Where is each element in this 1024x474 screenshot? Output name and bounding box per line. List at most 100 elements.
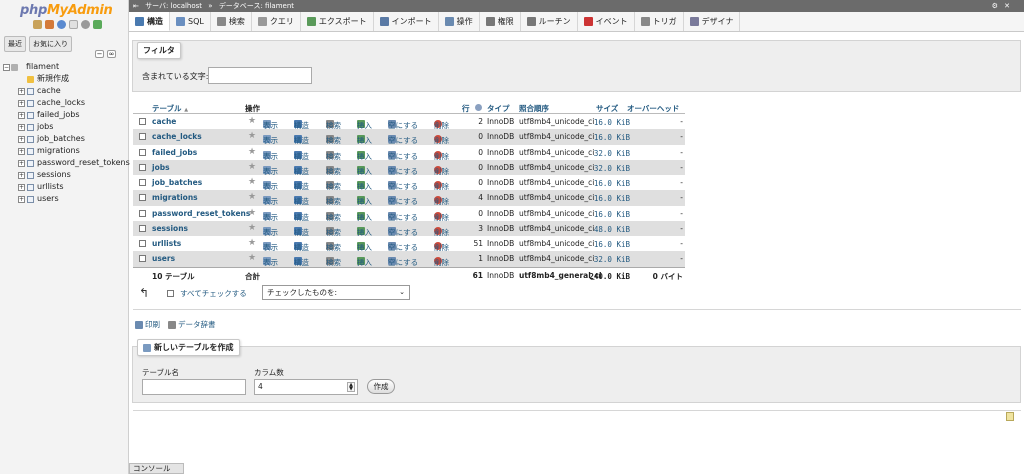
header-collation[interactable]: 照合順序 (519, 103, 549, 114)
expand-icon[interactable]: + (18, 112, 25, 119)
tab-sql[interactable]: SQL (170, 12, 211, 31)
tree-database[interactable]: − filament (0, 61, 129, 73)
data-dictionary-link[interactable]: データ辞書 (168, 319, 216, 330)
header-table[interactable]: テーブル ▲ (152, 103, 188, 114)
close-icon[interactable]: ✕ (1004, 2, 1010, 10)
breadcrumb-server[interactable]: サーバ: localhost (145, 2, 202, 10)
row-checkbox[interactable] (139, 133, 146, 141)
row-checkbox[interactable] (139, 118, 146, 125)
favorite-star-icon[interactable]: ★ (248, 131, 256, 141)
header-type[interactable]: タイプ (487, 103, 510, 114)
tab-routines[interactable]: ルーチン (521, 12, 578, 31)
row-checkbox[interactable] (139, 179, 146, 186)
table-name-link[interactable]: job_batches (152, 178, 202, 187)
bulk-action-select[interactable]: チェックしたものを: ⌄ (262, 285, 410, 300)
favorite-star-icon[interactable]: ★ (248, 147, 256, 157)
tab-structure[interactable]: 構造 (129, 12, 170, 31)
home-icon[interactable] (33, 20, 42, 29)
row-size[interactable]: 16.0 KiB (588, 179, 630, 188)
table-name-link[interactable]: migrations (152, 193, 198, 202)
phpmyadmin-logo[interactable]: phpMyAdmin (20, 3, 113, 18)
row-size[interactable]: 16.0 KiB (588, 194, 630, 203)
columns-number-input[interactable]: 4 ▲ ▼ (254, 379, 358, 395)
back-icon[interactable]: ⇤ (133, 2, 139, 10)
row-checkbox[interactable] (139, 194, 146, 202)
favorite-star-icon[interactable]: ★ (248, 192, 256, 202)
table-name-link[interactable]: password_reset_tokens (152, 209, 250, 218)
favorite-star-icon[interactable]: ★ (248, 238, 256, 248)
tree-table-item[interactable]: + job_batches (0, 133, 129, 145)
expand-icon[interactable]: + (18, 184, 25, 191)
console-toggle[interactable]: コンソール (129, 463, 184, 474)
tree-new-item[interactable]: 新規作成 (0, 73, 129, 85)
page-settings-icon[interactable] (1006, 412, 1014, 421)
expand-icon[interactable]: + (18, 148, 25, 155)
row-checkbox[interactable] (139, 240, 146, 247)
tree-table-item[interactable]: + urllists (0, 181, 129, 193)
favorite-star-icon[interactable]: ★ (248, 162, 256, 172)
check-all-checkbox[interactable] (167, 289, 175, 297)
row-checkbox[interactable] (139, 148, 146, 156)
table-name-link[interactable]: users (152, 254, 175, 263)
check-all-label[interactable]: すべてチェックする (180, 288, 247, 299)
reload-icon[interactable] (93, 20, 102, 29)
tree-table-item[interactable]: + failed_jobs (0, 109, 129, 121)
tab-triggers[interactable]: トリガ (635, 12, 684, 31)
recent-tab[interactable]: 最近 (4, 36, 26, 52)
favorite-star-icon[interactable]: ★ (248, 116, 256, 126)
tree-table-item[interactable]: + cache_locks (0, 97, 129, 109)
tab-query[interactable]: クエリ (252, 12, 301, 31)
table-name-input[interactable] (142, 379, 246, 395)
row-size[interactable]: 16.0 KiB (588, 210, 630, 219)
header-overhead[interactable]: オーバーヘッド (627, 103, 679, 114)
favorites-tab[interactable]: お気に入り (29, 36, 72, 52)
tree-table-item[interactable]: + sessions (0, 169, 129, 181)
filter-input[interactable] (208, 67, 312, 84)
table-name-link[interactable]: urllists (152, 239, 181, 248)
expand-icon[interactable]: + (18, 100, 25, 107)
expand-icon[interactable]: + (18, 136, 25, 143)
tab-search[interactable]: 検索 (211, 12, 252, 31)
expand-icon[interactable]: + (18, 160, 25, 167)
favorite-star-icon[interactable]: ★ (248, 208, 256, 218)
table-name-link[interactable]: cache (152, 117, 176, 126)
expand-icon[interactable]: + (18, 88, 25, 95)
header-size[interactable]: サイズ (596, 103, 618, 114)
collapse-all-icon[interactable]: − (95, 50, 104, 58)
table-name-link[interactable]: sessions (152, 224, 188, 233)
tab-events[interactable]: イベント (578, 12, 635, 31)
favorite-star-icon[interactable]: ★ (248, 223, 256, 233)
tree-table-item[interactable]: + cache (0, 85, 129, 97)
info-icon[interactable] (475, 104, 482, 111)
table-name-link[interactable]: cache_locks (152, 132, 202, 141)
settings-gear-icon[interactable]: ⚙ (992, 2, 998, 10)
header-rows[interactable]: 行 (462, 103, 470, 114)
tree-table-item[interactable]: + migrations (0, 145, 129, 157)
table-name-link[interactable]: jobs (152, 163, 170, 172)
tab-export[interactable]: エクスポート (301, 12, 374, 31)
row-size[interactable]: 48.0 KiB (588, 225, 630, 234)
create-button[interactable]: 作成 (367, 379, 395, 394)
row-checkbox[interactable] (139, 163, 146, 171)
row-checkbox[interactable] (139, 224, 146, 232)
tree-table-item[interactable]: + users (0, 193, 129, 205)
expand-icon[interactable]: + (18, 124, 25, 131)
row-size[interactable]: 32.0 KiB (588, 149, 630, 158)
row-size[interactable]: 16.0 KiB (588, 240, 630, 249)
tab-privileges[interactable]: 権限 (480, 12, 521, 31)
row-checkbox[interactable] (139, 209, 146, 217)
breadcrumb-database[interactable]: データベース: filament (219, 2, 294, 10)
collapse-icon[interactable]: − (3, 64, 10, 71)
help-icon[interactable] (57, 20, 66, 29)
tab-import[interactable]: インポート (374, 12, 439, 31)
tree-table-item[interactable]: + password_reset_tokens (0, 157, 130, 169)
tab-designer[interactable]: デザイナ (684, 12, 741, 31)
row-size[interactable]: 16.0 KiB (588, 118, 630, 127)
row-size[interactable]: 32.0 KiB (588, 164, 630, 173)
row-size[interactable]: 16.0 KiB (588, 133, 630, 142)
spinner-icon[interactable]: ▲ ▼ (347, 382, 355, 392)
expand-icon[interactable]: + (18, 196, 25, 203)
favorite-star-icon[interactable]: ★ (248, 177, 256, 187)
tree-table-item[interactable]: + jobs (0, 121, 129, 133)
link-with-main-icon[interactable]: ∞ (107, 50, 116, 58)
